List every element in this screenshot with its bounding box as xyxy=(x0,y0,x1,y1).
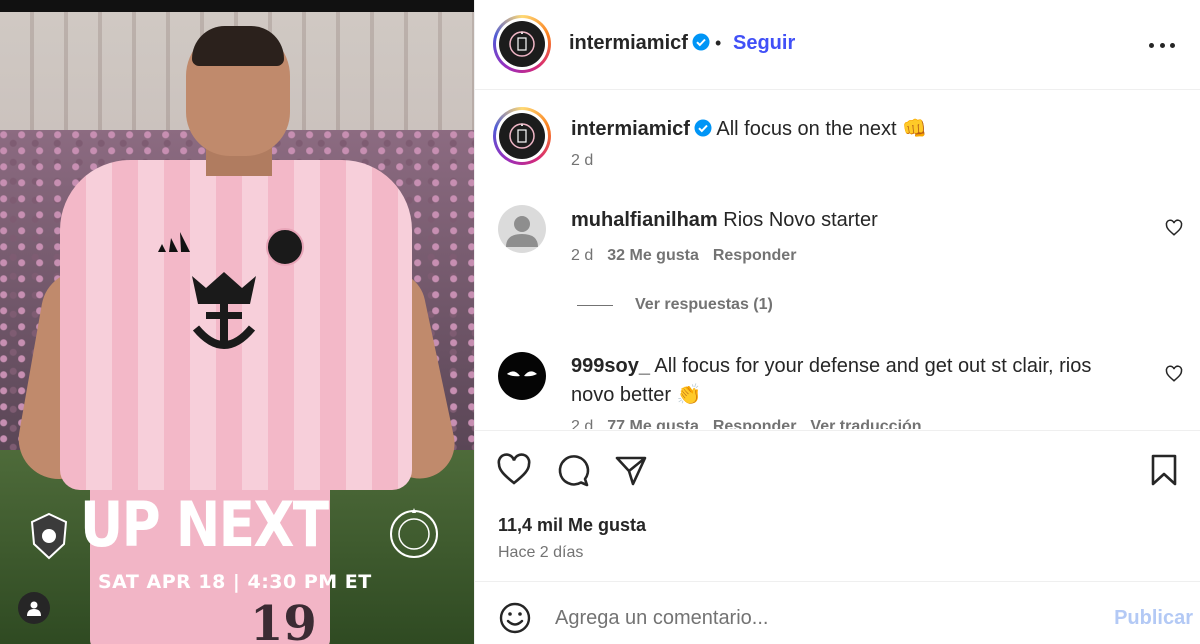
colorado-rapids-badge-icon xyxy=(30,512,68,560)
more-options-icon xyxy=(1170,42,1175,48)
caption: intermiamicf All focus on the next 👊 xyxy=(571,116,927,141)
heart-icon[interactable] xyxy=(1165,365,1183,383)
fist-emoji: 👊 xyxy=(902,118,927,140)
likes-count[interactable]: 11,4 mil Me gusta xyxy=(498,515,646,536)
jersey-number: 19 xyxy=(250,596,317,644)
comment-avatar[interactable] xyxy=(498,205,546,253)
sponsor-crown-anchor-icon xyxy=(192,272,256,349)
share-icon[interactable] xyxy=(614,453,648,487)
replies-divider xyxy=(577,304,613,306)
post-header: intermiamicf • Seguir xyxy=(475,0,1200,90)
comment-1: muhalfianilham Rios Novo starter xyxy=(571,209,878,232)
verified-badge-icon xyxy=(694,119,712,137)
image-top-bar xyxy=(0,0,474,12)
header-username[interactable]: intermiamicf xyxy=(569,32,710,55)
player-hair xyxy=(192,26,284,66)
view-replies-label[interactable]: Ver respuestas (1) xyxy=(635,296,773,314)
inter-miami-badge-icon xyxy=(390,508,438,558)
comment-2-continued: novo better 👏 xyxy=(571,382,702,407)
glowing-eyes-avatar-icon xyxy=(507,371,537,377)
header-separator: • xyxy=(715,33,722,53)
comment-meta: 2 d 32 Me gusta Responder xyxy=(571,247,796,265)
view-replies-button[interactable]: Ver respuestas (1) xyxy=(577,296,773,314)
more-options-icon xyxy=(1149,42,1154,48)
inter-miami-logo-icon xyxy=(509,31,535,57)
club-crest-icon xyxy=(266,228,304,266)
comment-text: Rios Novo starter xyxy=(723,209,878,231)
follow-button[interactable]: Seguir xyxy=(733,32,795,55)
post-date: Hace 2 días xyxy=(498,544,584,561)
post-panel: intermiamicf • Seguir intermiamicf All f… xyxy=(474,0,1200,644)
caption-avatar[interactable] xyxy=(493,107,551,165)
heart-icon[interactable] xyxy=(1165,219,1183,237)
adidas-logo-icon xyxy=(158,232,190,252)
header-username-text[interactable]: intermiamicf xyxy=(569,32,688,54)
comment-2: 999soy_ All focus for your defense and g… xyxy=(571,355,1091,378)
emoji-icon[interactable] xyxy=(498,601,532,635)
verified-badge-icon xyxy=(692,33,710,51)
comment-icon[interactable] xyxy=(556,453,590,487)
caption-text: All focus on the next xyxy=(716,118,897,140)
person-icon xyxy=(27,601,41,616)
more-options-button[interactable] xyxy=(1149,36,1175,54)
comment-avatar[interactable] xyxy=(498,352,546,400)
caption-time: 2 d xyxy=(571,152,594,169)
comment-likes[interactable]: 77 Me gusta xyxy=(607,418,699,429)
comment-username[interactable]: muhalfianilham xyxy=(571,209,718,231)
comments-list[interactable]: intermiamicf All focus on the next 👊 2 d… xyxy=(475,91,1200,429)
default-avatar-icon xyxy=(506,216,538,247)
comment-likes[interactable]: 32 Me gusta xyxy=(607,247,699,264)
post-image[interactable]: UP NEXT SAT APR 18 | 4:30 PM ET 19 xyxy=(0,0,474,644)
comment-username[interactable]: 999soy_ xyxy=(571,355,650,377)
comment-text: All focus for your defense and get out s… xyxy=(654,355,1092,377)
comment-text: novo better xyxy=(571,384,672,406)
add-comment-bar: Publicar xyxy=(475,583,1200,644)
post-actions: 11,4 mil Me gusta Hace 2 días xyxy=(475,430,1200,582)
publish-button[interactable]: Publicar xyxy=(1114,607,1193,630)
comment-input[interactable] xyxy=(555,603,1075,633)
inter-miami-logo-icon xyxy=(509,123,535,149)
bookmark-icon[interactable] xyxy=(1147,453,1181,487)
comment-time: 2 d xyxy=(571,418,594,429)
user-tags-button[interactable] xyxy=(18,592,50,624)
reply-button[interactable]: Responder xyxy=(713,418,797,429)
comment-meta: 2 d 77 Me gusta Responder Ver traducción xyxy=(571,418,922,429)
account-avatar[interactable] xyxy=(493,15,551,73)
clap-emoji: 👏 xyxy=(676,384,702,406)
up-next-headline: UP NEXT xyxy=(80,488,329,561)
more-options-icon xyxy=(1159,42,1165,48)
reply-button[interactable]: Responder xyxy=(713,247,797,264)
translate-button[interactable]: Ver traducción xyxy=(810,418,921,429)
caption-username[interactable]: intermiamicf xyxy=(571,118,690,140)
heart-icon[interactable] xyxy=(497,453,531,487)
match-info: SAT APR 18 | 4:30 PM ET xyxy=(98,571,372,593)
comment-time: 2 d xyxy=(571,247,594,264)
